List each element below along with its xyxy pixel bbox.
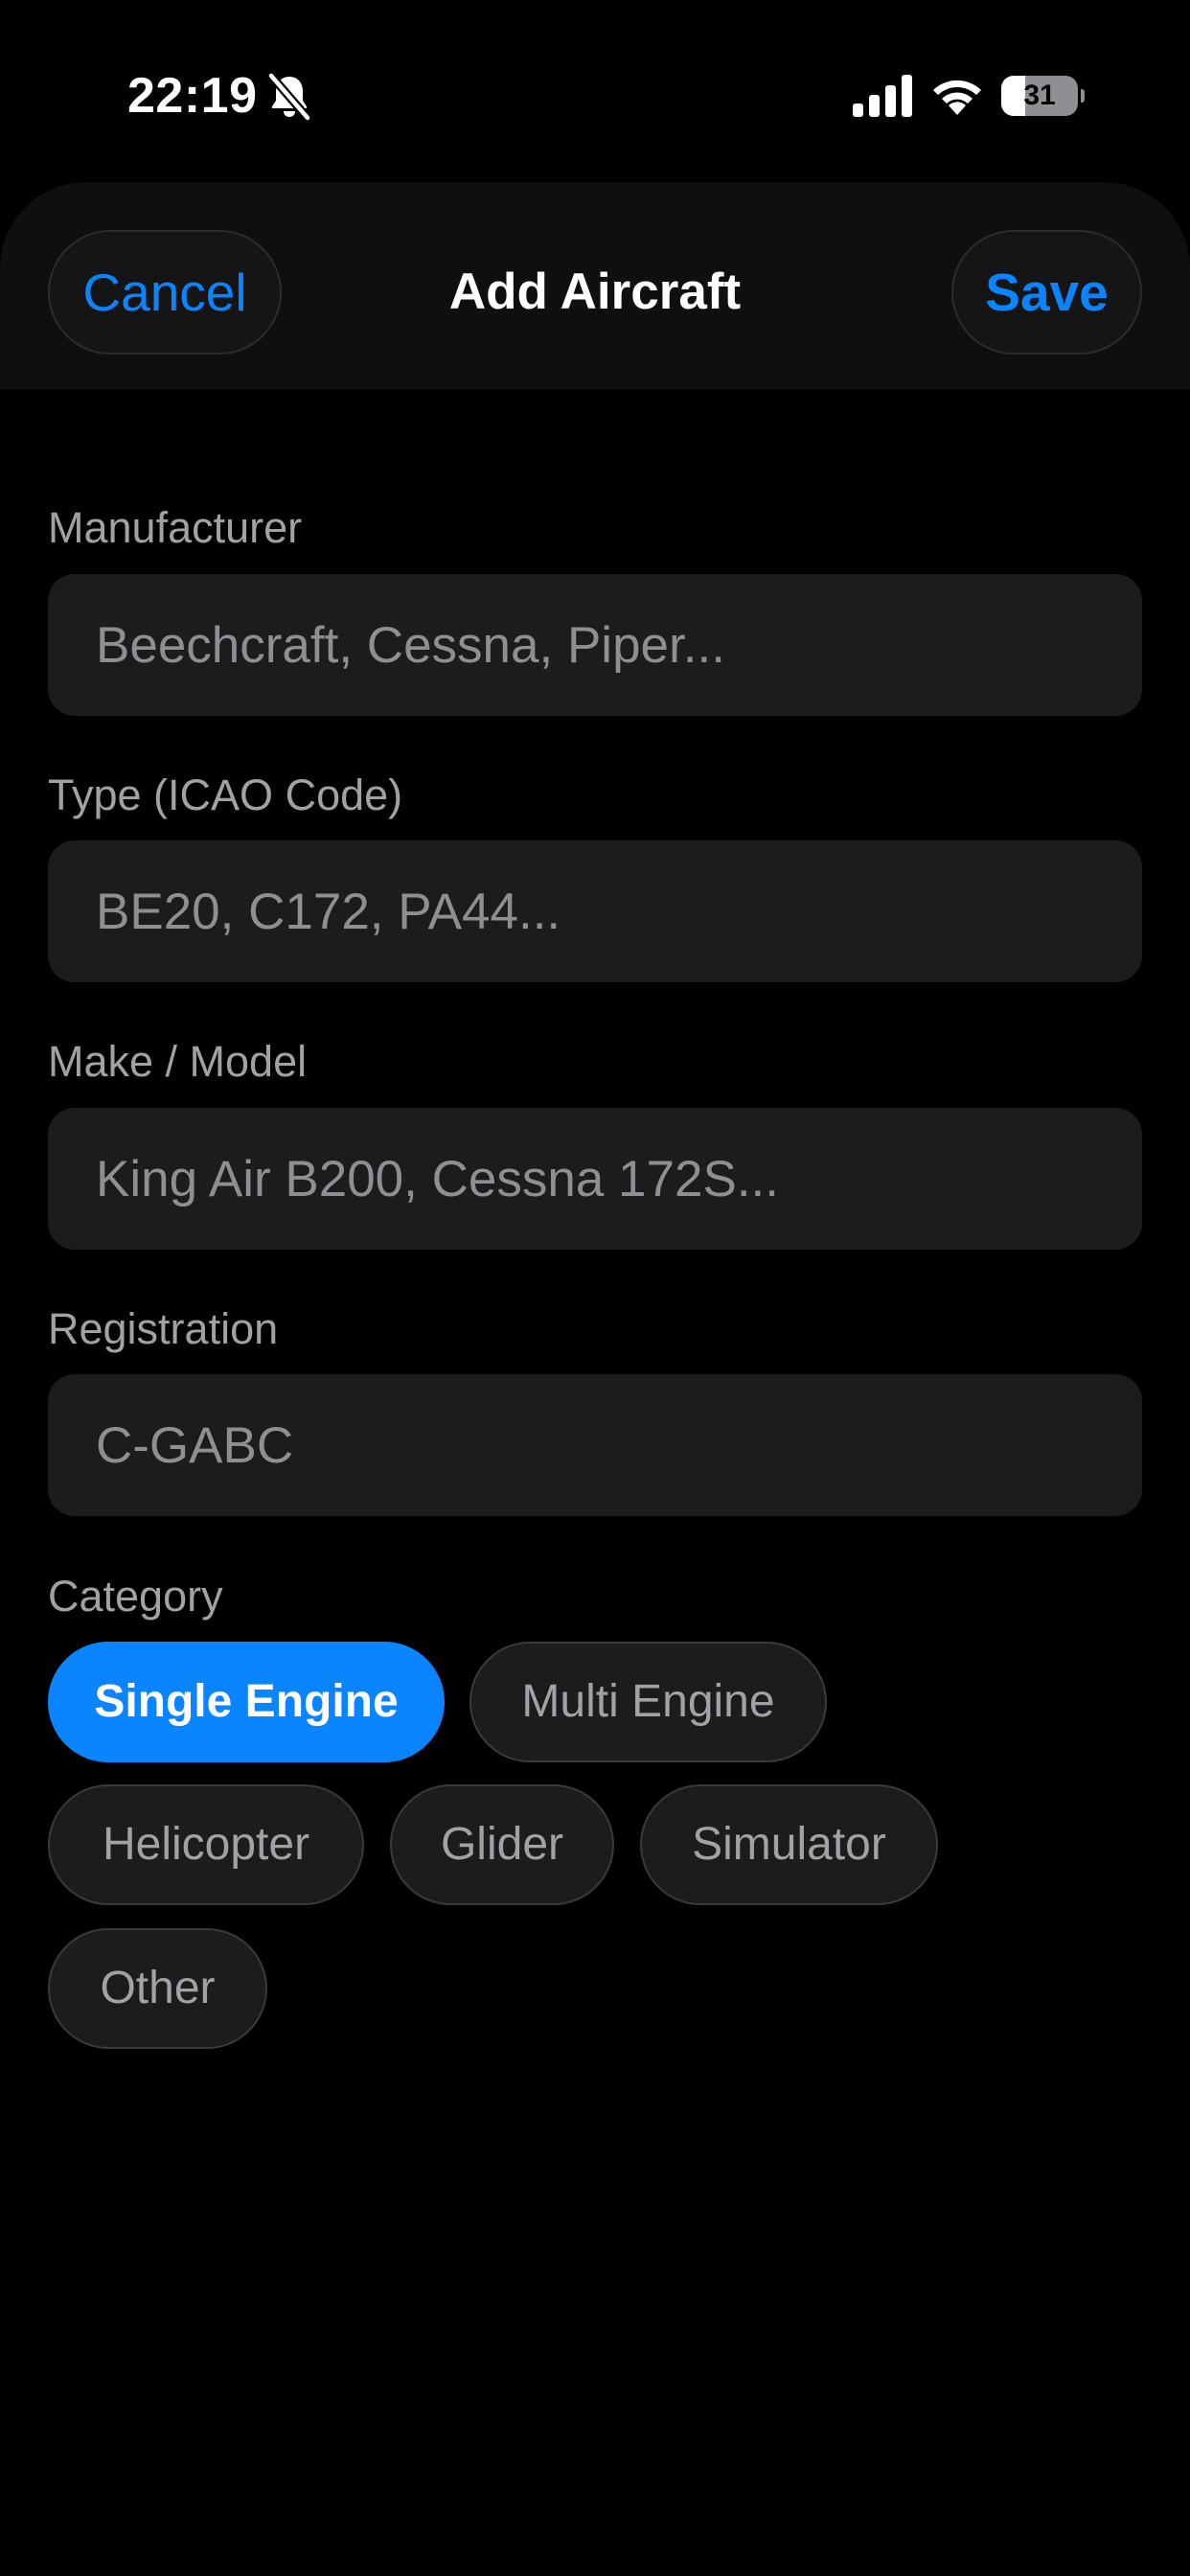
save-button[interactable]: Save: [951, 230, 1142, 355]
status-time: 22:19: [127, 68, 258, 124]
battery-level: 31: [1023, 80, 1056, 111]
category-chip-glider[interactable]: Glider: [390, 1784, 614, 1905]
category-label: Category: [48, 1572, 223, 1621]
cancel-button[interactable]: Cancel: [48, 230, 282, 355]
type-icao-input[interactable]: [48, 840, 1142, 982]
battery-nub: [1081, 89, 1085, 103]
category-chip-single-engine[interactable]: Single Engine: [48, 1642, 445, 1762]
type-icao-label: Type (ICAO Code): [48, 770, 403, 819]
category-chip-multi-engine[interactable]: Multi Engine: [469, 1642, 827, 1762]
make-model-input[interactable]: [48, 1108, 1142, 1250]
manufacturer-input[interactable]: [48, 574, 1142, 716]
bell-slash-icon: [266, 73, 312, 121]
category-chip-other[interactable]: Other: [48, 1928, 267, 2049]
battery-body: 31: [1001, 76, 1078, 116]
registration-input[interactable]: [48, 1374, 1142, 1516]
category-chip-helicopter[interactable]: Helicopter: [48, 1784, 364, 1905]
wifi-icon: [933, 80, 981, 115]
category-chip-simulator[interactable]: Simulator: [640, 1784, 938, 1905]
make-model-label: Make / Model: [48, 1037, 308, 1086]
battery-icon: 31: [1001, 76, 1085, 116]
manufacturer-label: Manufacturer: [48, 503, 303, 552]
registration-label: Registration: [48, 1304, 279, 1353]
status-bar: 22:19 31: [0, 0, 1190, 182]
cellular-signal-icon: [853, 75, 912, 117]
sheet-header: Add Aircraft Cancel Save: [0, 182, 1190, 389]
